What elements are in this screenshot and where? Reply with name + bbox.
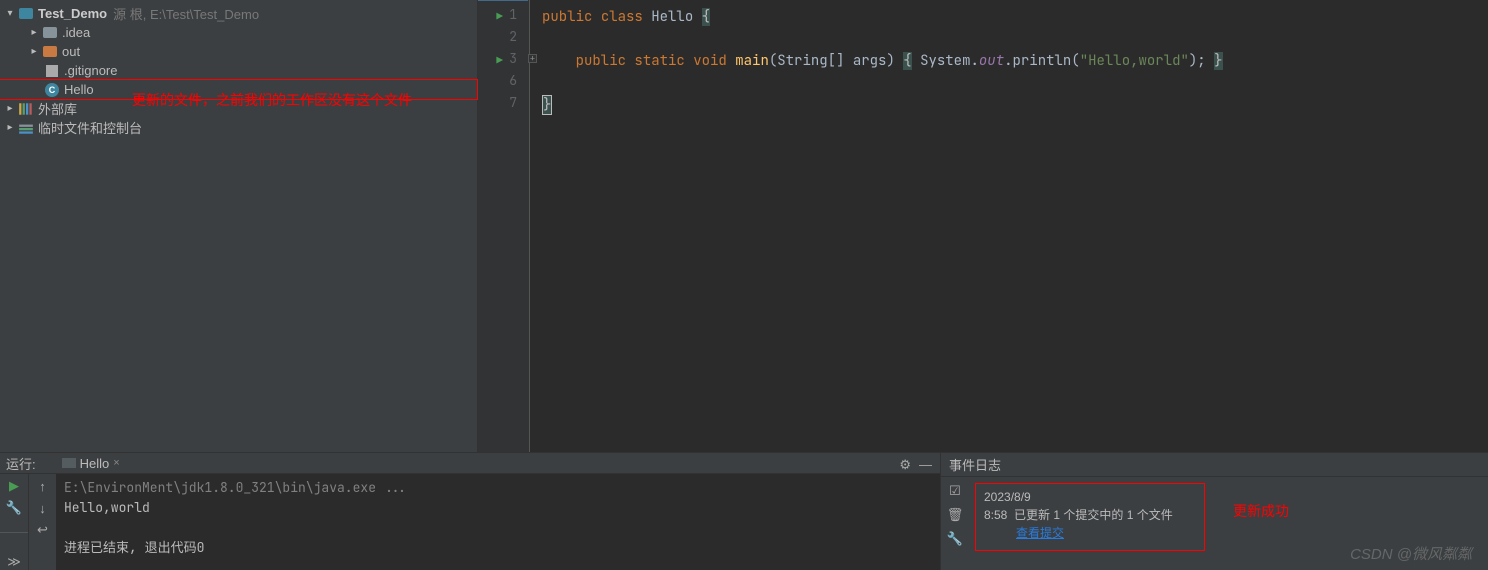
folder-icon: [42, 44, 58, 60]
event-log-title: 事件日志: [949, 455, 1001, 474]
run-tab[interactable]: Hello ×: [56, 454, 126, 473]
library-icon: [18, 101, 34, 117]
wrench-icon[interactable]: 🔧: [6, 500, 22, 516]
divider: [0, 532, 28, 548]
editor-gutter[interactable]: ▶1 2 ▶3+ 6 7: [478, 0, 530, 452]
scratch-icon: [18, 120, 34, 136]
tree-item-out[interactable]: out: [0, 42, 477, 61]
close-icon[interactable]: ×: [113, 457, 119, 469]
module-icon: [18, 6, 34, 22]
console-output[interactable]: E:\EnvironMent\jdk1.8.0_321\bin\java.exe…: [56, 474, 940, 570]
folder-icon: [42, 25, 58, 41]
run-panel-label: 运行:: [6, 454, 36, 473]
file-icon: [44, 63, 60, 79]
editor[interactable]: ▶1 2 ▶3+ 6 7 public class Hello { public…: [478, 0, 1488, 452]
tree-item-gitignore[interactable]: .gitignore: [0, 61, 477, 80]
run-gutter-icon[interactable]: ▶: [496, 10, 503, 24]
chevron-right-icon[interactable]: [4, 103, 16, 114]
fold-icon[interactable]: +: [528, 54, 537, 63]
chevron-right-icon[interactable]: [28, 27, 40, 38]
event-time: 8:58: [984, 508, 1007, 522]
run-gutter-icon[interactable]: ▶: [496, 54, 503, 68]
chevron-down-icon[interactable]: [4, 8, 16, 19]
annotation-success: 更新成功: [1233, 501, 1289, 521]
chevron-right-icon[interactable]: [28, 46, 40, 57]
event-msg: 已更新 1 个提交中的 1 个文件: [1014, 508, 1173, 522]
tree-item-idea[interactable]: .idea: [0, 23, 477, 42]
annotation-new-file: 更新的文件，之前我们的工作区没有这个文件: [132, 90, 412, 110]
event-toolbar: ☑ 🗑 🔧: [941, 477, 969, 570]
checkbox-icon[interactable]: ☑: [947, 483, 963, 499]
event-entry: 2023/8/9 8:58 已更新 1 个提交中的 1 个文件 查看提交: [975, 483, 1205, 551]
tree-root-name: Test_Demo: [38, 6, 107, 21]
tree-root-meta: 源 根, E:\Test\Test_Demo: [113, 4, 259, 23]
editor-tab-indicator: [478, 0, 528, 1]
wrench-icon[interactable]: 🔧: [947, 531, 963, 547]
code-area[interactable]: public class Hello { public static void …: [530, 0, 1488, 452]
gear-icon[interactable]: ⚙: [899, 457, 911, 473]
filter-icon[interactable]: ≫: [6, 554, 22, 570]
project-tree-panel: Test_Demo 源 根, E:\Test\Test_Demo .idea o…: [0, 0, 478, 452]
event-log-panel: 事件日志 ☑ 🗑 🔧 2023/8/9 8:58 已更新 1 个提交中的 1 个…: [940, 453, 1488, 570]
up-icon[interactable]: ↑: [35, 478, 51, 494]
tree-root[interactable]: Test_Demo 源 根, E:\Test\Test_Demo: [0, 4, 477, 23]
trash-icon[interactable]: 🗑: [947, 507, 963, 523]
down-icon[interactable]: ↓: [35, 500, 51, 516]
wrap-icon[interactable]: ↩: [35, 522, 51, 538]
event-date: 2023/8/9: [984, 488, 1196, 506]
view-commit-link[interactable]: 查看提交: [1016, 526, 1064, 540]
tree-item-scratch[interactable]: 临时文件和控制台: [0, 118, 477, 137]
run-toolbar-left: ▶ 🔧 ≫: [0, 474, 28, 570]
java-class-icon: C: [44, 82, 60, 98]
rerun-icon[interactable]: ▶: [6, 478, 22, 494]
chevron-right-icon[interactable]: [4, 122, 16, 133]
run-config-icon: [62, 458, 76, 468]
run-toolbar-left2: ↑ ↓ ↩: [28, 474, 56, 570]
minimize-icon[interactable]: —: [919, 457, 932, 473]
run-tool-window: 运行: Hello × ⚙ — ▶ 🔧 ≫ ↑ ↓ ↩: [0, 453, 940, 570]
